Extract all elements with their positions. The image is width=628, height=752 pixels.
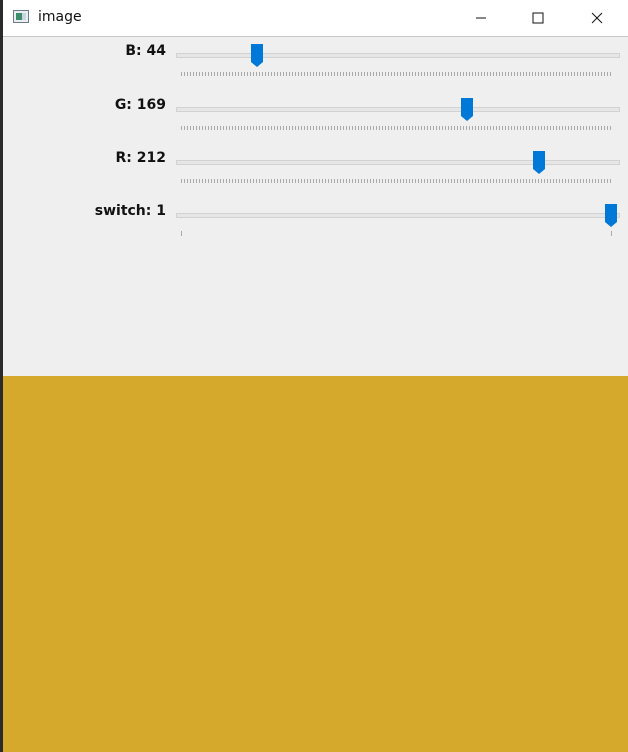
trackbar-switch-track[interactable]	[176, 213, 620, 218]
app-window-icon	[13, 10, 29, 23]
trackbar-b-track[interactable]	[176, 53, 620, 58]
trackbar-b-thumb[interactable]	[250, 43, 264, 68]
close-button[interactable]	[574, 0, 620, 36]
trackbar-r-ticks	[181, 179, 612, 183]
trackbar-switch-label: switch: 1	[94, 203, 166, 219]
trackbar-g-ticks	[181, 126, 612, 130]
trackbar-b-label: B: 44	[125, 43, 166, 59]
trackbar-r-label: R: 212	[115, 150, 166, 166]
trackbar-b-ticks	[181, 72, 612, 76]
trackbar-r: R: 212	[3, 146, 628, 198]
window-title: image	[38, 9, 82, 25]
minimize-icon	[476, 17, 486, 19]
close-icon	[591, 12, 603, 24]
maximize-icon	[532, 12, 544, 24]
trackbar-switch-tick-max	[611, 231, 612, 236]
trackbar-g-thumb[interactable]	[460, 97, 474, 122]
trackbar-panel: B: 44 G: 169 R: 212 switch: 1	[3, 37, 628, 376]
image-preview	[3, 376, 628, 752]
opencv-window: image B: 44 G: 169 R: 212 switch: 1	[3, 0, 628, 752]
trackbar-switch: switch: 1	[3, 199, 628, 251]
trackbar-g-label: G: 169	[114, 97, 166, 113]
trackbar-r-track[interactable]	[176, 160, 620, 165]
minimize-button[interactable]	[458, 0, 504, 36]
trackbar-b: B: 44	[3, 39, 628, 91]
trackbar-r-thumb[interactable]	[532, 150, 546, 175]
trackbar-switch-thumb[interactable]	[604, 203, 618, 228]
maximize-button[interactable]	[515, 0, 561, 36]
title-bar[interactable]: image	[3, 0, 628, 37]
trackbar-g: G: 169	[3, 93, 628, 145]
trackbar-g-track[interactable]	[176, 107, 620, 112]
trackbar-switch-tick-min	[181, 231, 182, 236]
